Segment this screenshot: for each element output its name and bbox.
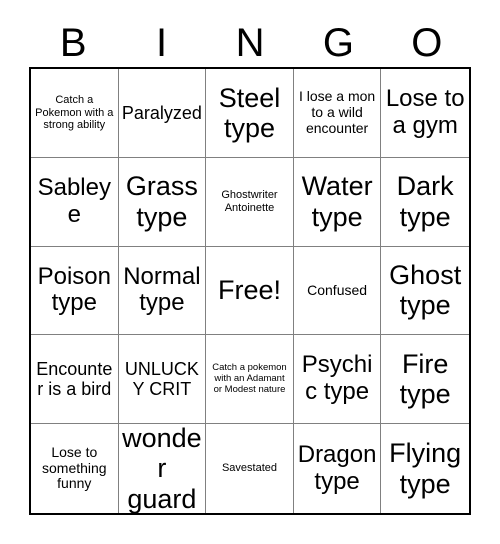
bingo-cell[interactable]: Ghost type [381, 246, 469, 336]
bingo-cell-label: Grass type [125, 171, 198, 232]
bingo-cell-label: Catch a Pokemon with a strong ability [35, 94, 114, 132]
bingo-cell[interactable]: Flying type [381, 424, 469, 513]
bingo-cell[interactable]: Lose to a gym [381, 69, 469, 158]
bingo-card: B I N G O Catch a Pokemon with a strong … [0, 0, 500, 544]
bingo-cell-label: Ghostwriter Antoinette [221, 189, 278, 214]
header-letter-n: N [235, 20, 265, 65]
bingo-cell[interactable]: Ghostwriter Antoinette [206, 157, 294, 247]
bingo-cell-label: Lose to a gym [385, 85, 465, 139]
bingo-cell[interactable]: Encounter is a bird [31, 335, 119, 425]
bingo-cell[interactable]: Sableye [31, 157, 119, 247]
bingo-cell-label: Catch a pokemon with an Adamant or Modes… [212, 362, 287, 395]
bingo-cell-label: Poison type [37, 262, 111, 317]
bingo-cell[interactable]: Grass type [118, 157, 207, 247]
bingo-header: B I N G O [29, 18, 471, 67]
bingo-cell-label: Free! [217, 275, 281, 306]
bingo-cell[interactable]: Poison type [31, 246, 119, 336]
bingo-cell-label: Encounter is a bird [36, 359, 113, 400]
bingo-cell-label: wonder guard [122, 424, 202, 513]
bingo-cell-label: Dark type [396, 171, 454, 232]
bingo-cell-label: Savestated [221, 462, 278, 475]
bingo-cell[interactable]: Catch a Pokemon with a strong ability [31, 69, 119, 158]
bingo-cell[interactable]: Dragon type [293, 424, 382, 513]
bingo-cell-label: UNLUCKY CRIT [124, 359, 199, 400]
bingo-cell[interactable]: Normal type [118, 246, 207, 336]
bingo-grid: Catch a Pokemon with a strong ability Pa… [29, 67, 471, 515]
bingo-cell[interactable]: Paralyzed [118, 69, 207, 158]
bingo-cell-label: Psychic type [301, 351, 373, 406]
bingo-cell[interactable]: Fire type [381, 335, 469, 425]
bingo-cell-label: Ghost type [389, 260, 462, 321]
bingo-cell-label: Fire type [399, 349, 451, 410]
header-letter-b: B [59, 20, 87, 65]
bingo-cell-label: Lose to something funny [42, 444, 107, 492]
bingo-cell-label: I lose a mon to a wild encounter [298, 88, 376, 136]
bingo-cell[interactable]: Water type [293, 157, 382, 247]
bingo-cell[interactable]: I lose a mon to a wild encounter [293, 69, 382, 158]
bingo-cell-label: Paralyzed [121, 102, 202, 123]
bingo-cell[interactable]: Savestated [206, 424, 294, 513]
bingo-cell[interactable]: Psychic type [293, 335, 382, 425]
bingo-cell[interactable]: UNLUCKY CRIT [118, 335, 207, 425]
header-letter-o: O [411, 20, 443, 65]
bingo-cell-free[interactable]: Free! [206, 246, 294, 336]
bingo-cell[interactable]: Steel type [206, 69, 294, 158]
bingo-cell[interactable]: Lose to something funny [31, 424, 119, 513]
bingo-cell[interactable]: Catch a pokemon with an Adamant or Modes… [206, 335, 294, 425]
bingo-cell-label: Steel type [218, 82, 281, 143]
bingo-cell-label: Water type [301, 171, 373, 232]
bingo-cell-label: Dragon type [297, 440, 377, 495]
bingo-cell[interactable]: wonder guard [118, 424, 207, 513]
bingo-cell[interactable]: Confused [293, 246, 382, 336]
bingo-cell[interactable]: Dark type [381, 157, 469, 247]
header-letter-i: I [156, 20, 168, 65]
bingo-cell-label: Sableye [37, 173, 111, 228]
bingo-cell-label: Flying type [389, 438, 462, 499]
header-letter-g: G [322, 20, 354, 65]
bingo-cell-label: Normal type [123, 262, 201, 317]
bingo-cell-label: Confused [307, 281, 368, 298]
